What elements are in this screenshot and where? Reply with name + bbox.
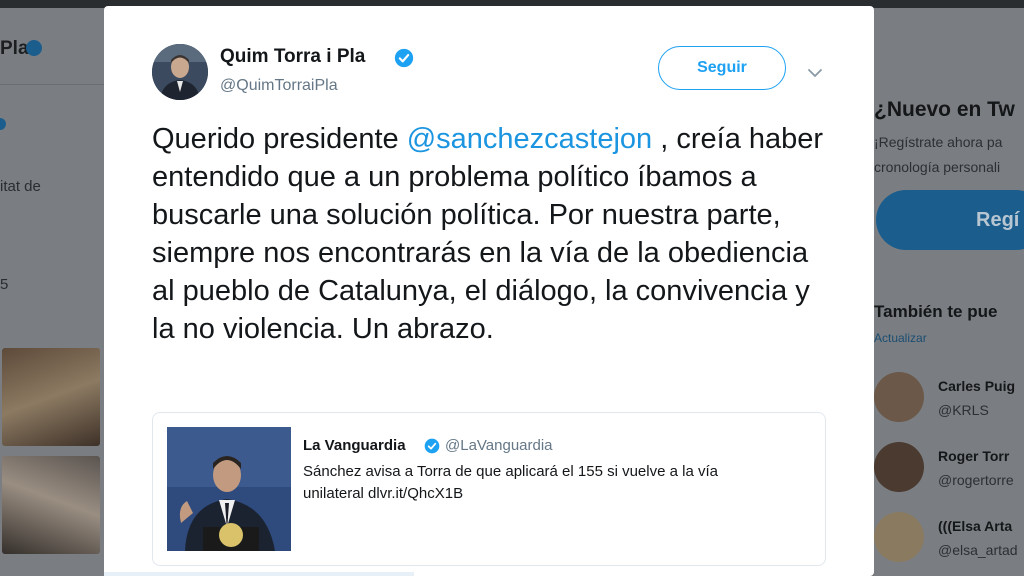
quoted-tweet-text: Sánchez avisa a Torra de que aplicará el… xyxy=(303,463,718,502)
suggestion-name: (((Elsa Arta xyxy=(938,518,1013,534)
suggestion-handle: @KRLS xyxy=(938,402,989,418)
background-suggestion: (((Elsa Arta @elsa_artad xyxy=(874,512,1024,574)
chevron-down-icon[interactable] xyxy=(806,64,824,82)
background-right-column: ¿Nuevo en Tw ¡Regístrate ahora pa cronol… xyxy=(874,8,1024,576)
suggestion-name: Carles Puig xyxy=(938,378,1016,394)
avatar xyxy=(874,442,924,492)
quoted-author-name: La Vanguardia xyxy=(303,437,406,454)
background-suggestion: Roger Torr @rogertorre xyxy=(874,442,1024,504)
quoted-tweet[interactable]: La Vanguardia @LaVanguardia Sánchez avis… xyxy=(152,412,826,566)
background-signup-button: Regí xyxy=(876,190,1024,250)
quoted-tweet-photo xyxy=(167,427,291,551)
quoted-author-handle: @LaVanguardia xyxy=(445,437,553,454)
suggestion-handle: @elsa_artad xyxy=(938,542,1018,558)
tweet-card: Quim Torra i Pla @QuimTorraiPla Seguir Q… xyxy=(104,6,874,576)
follow-button[interactable]: Seguir xyxy=(658,46,786,90)
background-new-heading: ¿Nuevo en Tw xyxy=(874,98,1015,121)
quoted-tweet-image xyxy=(167,427,291,551)
background-text-fragment: itat de xyxy=(0,178,41,195)
card-bottom-divider xyxy=(104,572,414,576)
mention-link[interactable]: @sanchezcastejon xyxy=(407,123,652,155)
background-media-thumbnail xyxy=(2,348,100,446)
author-handle[interactable]: @QuimTorraiPla xyxy=(220,77,338,95)
author-name[interactable]: Quim Torra i Pla xyxy=(220,46,365,68)
background-profile-name: Pla xyxy=(0,38,29,59)
author-avatar-image xyxy=(152,44,208,100)
background-new-text: ¡Regístrate ahora pa xyxy=(874,134,1003,150)
tweet-text: Querido presidente @sanchezcastejon , cr… xyxy=(152,120,832,348)
background-media-thumbnail xyxy=(2,456,100,554)
verified-badge-icon xyxy=(424,438,440,454)
suggestion-name: Roger Torr xyxy=(938,448,1010,464)
suggestion-handle: @rogertorre xyxy=(938,472,1014,488)
background-badge-icon xyxy=(0,118,6,130)
background-new-text: cronología personali xyxy=(874,159,1001,175)
background-refresh-link: Actualizar xyxy=(874,331,927,345)
author-avatar[interactable] xyxy=(152,44,208,100)
background-suggest-heading: También te pue xyxy=(874,302,998,321)
verified-badge-icon xyxy=(394,48,414,68)
background-left-column: Pla itat de 5 xyxy=(0,8,104,576)
avatar xyxy=(874,372,924,422)
background-verified-icon xyxy=(26,40,42,56)
background-divider xyxy=(0,84,104,85)
background-suggestion: Carles Puig @KRLS xyxy=(874,372,1024,434)
tweet-text-before: Querido presidente xyxy=(152,123,407,155)
background-text-fragment: 5 xyxy=(0,276,9,293)
avatar xyxy=(874,512,924,562)
tweet-text-after: , creía haber entendido que a un problem… xyxy=(152,123,824,345)
